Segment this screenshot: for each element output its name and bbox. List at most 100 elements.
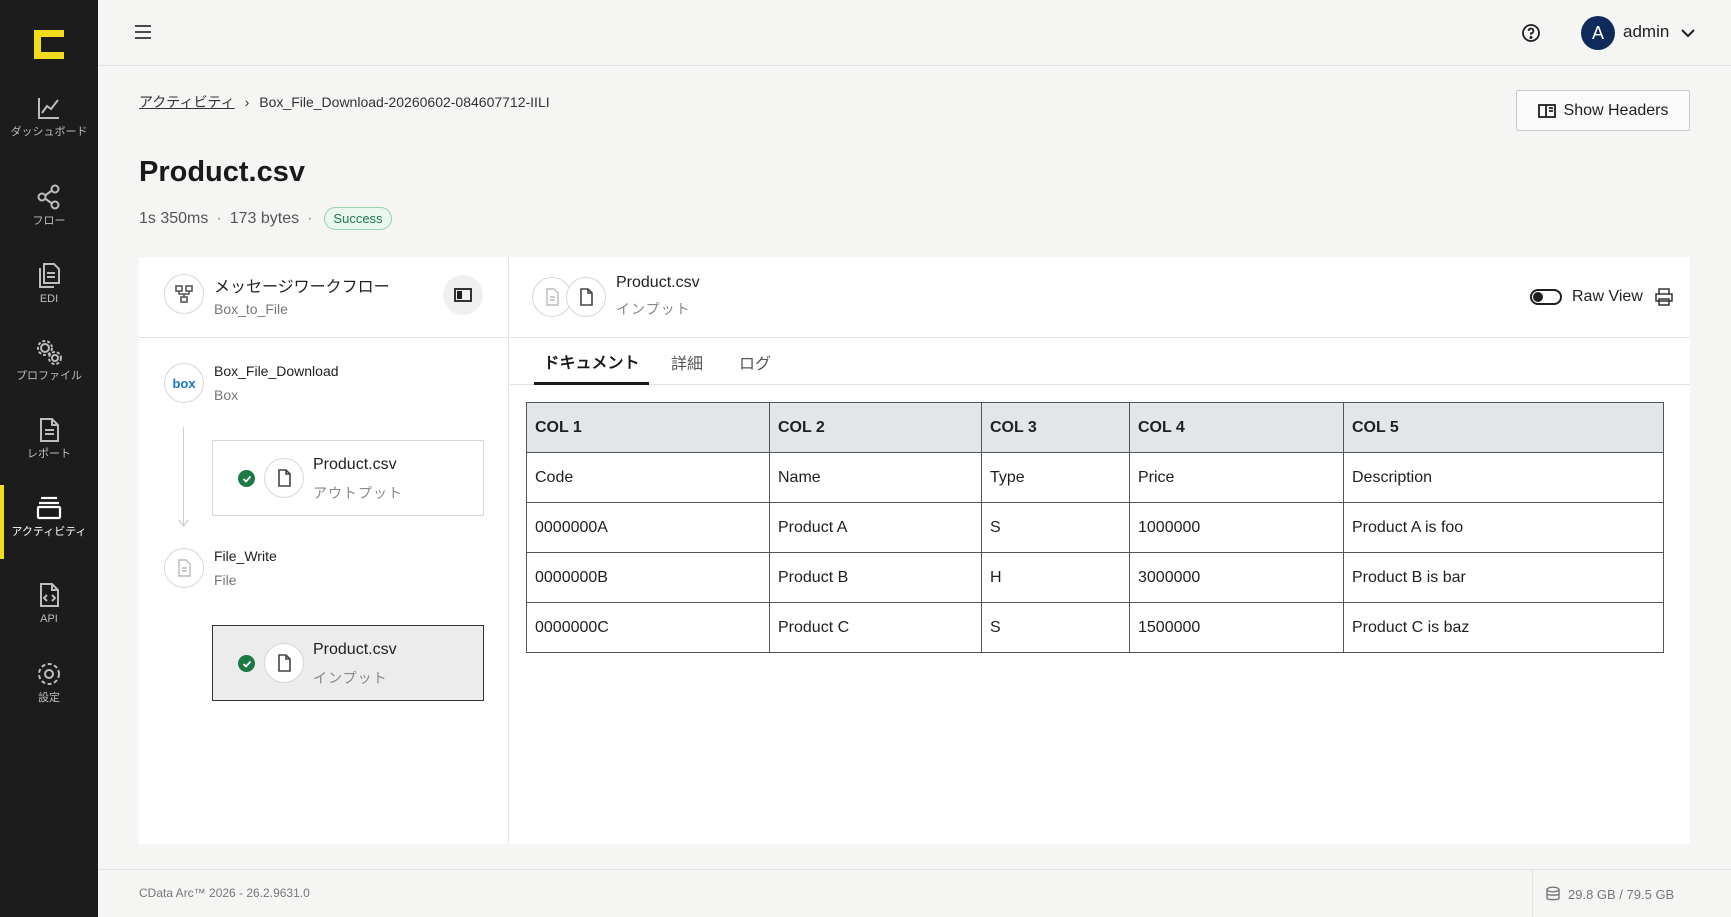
sidebar-item-label: EDI [39, 293, 59, 305]
check-icon [238, 470, 255, 487]
document-header: Product.csv インプット Raw View [510, 257, 1690, 338]
storage-indicator: 29.8 GB / 79.5 GB [1532, 870, 1731, 917]
cdata-logo-icon[interactable] [34, 30, 64, 59]
box-connector-icon[interactable]: box [164, 363, 204, 403]
sidebar-item-flow[interactable]: フロー [0, 183, 98, 227]
sidebar-item-activity[interactable]: アクティビティ [0, 485, 98, 559]
code-file-icon [40, 583, 59, 607]
column-header: COL 4 [1129, 402, 1344, 453]
table-cell: Type [981, 452, 1130, 503]
sidebar-item-api[interactable]: API [0, 581, 98, 625]
share-nodes-icon [37, 184, 60, 210]
status-badge: Success [324, 207, 392, 230]
workflow-header: メッセージワークフロー Box_to_File [139, 257, 509, 338]
sidebar-item-profile[interactable]: プロファイル [0, 338, 98, 382]
arrow-down-icon [178, 519, 189, 528]
table-cell: Product B [769, 552, 982, 603]
column-header: COL 3 [981, 402, 1130, 453]
table-cell: Product C [769, 602, 982, 653]
table-cell: Product C is baz [1343, 602, 1664, 653]
breadcrumb-link-activity[interactable]: アクティビティ [139, 92, 235, 112]
table-cell: Product A [769, 502, 982, 553]
sidebar-item-label: アクティビティ [11, 526, 87, 538]
print-icon[interactable] [1655, 288, 1673, 306]
collapse-panel-button[interactable] [443, 275, 483, 315]
message-direction: インプット [313, 670, 388, 686]
database-icon [1546, 886, 1560, 901]
column-header: COL 5 [1343, 402, 1664, 453]
message-name: Product.csv [313, 641, 397, 658]
breadcrumb-current: Box_File_Download-20260602-084607712-IIL… [259, 94, 550, 110]
file-connector-icon[interactable] [164, 548, 204, 588]
sidebar-item-report[interactable]: レポート [0, 416, 98, 460]
message-name: Product.csv [313, 456, 397, 473]
node-name[interactable]: File_Write [214, 548, 277, 564]
node-type: File [214, 572, 237, 588]
sidebar-item-label: レポート [27, 448, 71, 460]
document-direction: インプット [616, 301, 691, 317]
file-icon [566, 277, 606, 317]
node-name[interactable]: Box_File_Download [214, 363, 339, 379]
file-icon [264, 458, 304, 498]
check-icon [238, 655, 255, 672]
footer: CData Arc™ 2026 - 26.2.9631.0 29.8 GB / … [98, 869, 1731, 917]
show-headers-button[interactable]: Show Headers [1516, 90, 1690, 131]
flow-connector-line [183, 427, 184, 526]
sidebar-item-label: 設定 [38, 692, 60, 704]
raw-view-label[interactable]: Raw View [1572, 288, 1643, 306]
table-cell: Product B is bar [1343, 552, 1664, 603]
raw-view-toggle[interactable] [1530, 289, 1562, 305]
document-tabs: ドキュメント 詳細 ログ [510, 339, 1690, 385]
sidebar-item-settings[interactable]: 設定 [0, 660, 98, 704]
table-cell: Name [769, 452, 982, 503]
table-row: 0000000A Product A S 1000000 Product A i… [526, 502, 1664, 553]
table-cell: S [981, 602, 1130, 653]
version-text: CData Arc™ 2026 - 26.2.9631.0 [139, 886, 310, 900]
storage-text: 29.8 GB / 79.5 GB [1568, 886, 1675, 902]
table-cell: Price [1129, 452, 1344, 503]
tab-details[interactable]: 詳細 [655, 339, 719, 385]
table-cell: 3000000 [1129, 552, 1344, 603]
sidebar-item-dashboard[interactable]: ダッシュボード [0, 94, 98, 138]
message-card-output[interactable]: Product.csv アウトプット [212, 440, 484, 516]
sidebar-item-edi[interactable]: EDI [0, 261, 98, 305]
chevron-down-icon[interactable] [1680, 27, 1696, 39]
chevron-right-icon: › [244, 94, 250, 110]
hamburger-menu-icon[interactable] [134, 23, 152, 41]
table-cell: 0000000A [526, 502, 770, 553]
table-row: 0000000B Product B H 3000000 Product B i… [526, 552, 1664, 603]
transaction-meta: 1s 350ms · 173 bytes · Success [139, 207, 392, 230]
message-direction: アウトプット [313, 485, 403, 501]
table-cell: H [981, 552, 1130, 603]
table-row: Code Name Type Price Description [526, 452, 1664, 503]
user-name[interactable]: admin [1623, 22, 1669, 42]
message-card-input[interactable]: Product.csv インプット [212, 625, 484, 701]
workflow-pane: メッセージワークフロー Box_to_File box Box_File_Dow… [139, 257, 509, 844]
topbar: A admin [98, 0, 1731, 66]
csv-table: COL 1 COL 2 COL 3 COL 4 COL 5 Code Name … [526, 402, 1664, 653]
file-size: 173 bytes [229, 209, 300, 227]
file-icon [264, 643, 304, 683]
table-cell: 1500000 [1129, 602, 1344, 653]
tab-document[interactable]: ドキュメント [534, 339, 649, 385]
gears-icon [37, 340, 62, 365]
avatar[interactable]: A [1581, 16, 1615, 50]
tab-log[interactable]: ログ [727, 339, 783, 385]
breadcrumb: アクティビティ › Box_File_Download-20260602-084… [139, 92, 550, 112]
sidebar-item-label: API [40, 613, 58, 625]
table-row: 0000000C Product C S 1500000 Product C i… [526, 602, 1664, 653]
workflow-title: メッセージワークフロー [214, 279, 390, 296]
workflow-icon [164, 274, 204, 314]
column-header: COL 1 [526, 402, 770, 453]
detail-panel: メッセージワークフロー Box_to_File box Box_File_Dow… [139, 257, 1690, 844]
show-headers-label: Show Headers [1563, 101, 1669, 119]
help-icon[interactable] [1521, 23, 1541, 43]
workflow-subtitle: Box_to_File [214, 301, 288, 317]
node-type: Box [214, 387, 239, 403]
sidebar-item-label: プロファイル [16, 370, 82, 382]
page-title: Product.csv [139, 156, 305, 188]
sidebar: ダッシュボード フロー EDI プロファイル レポート アクティビティ API … [0, 0, 98, 917]
sidebar-item-label: フロー [32, 215, 66, 227]
table-cell: 0000000C [526, 602, 770, 653]
documents-icon [39, 263, 60, 288]
